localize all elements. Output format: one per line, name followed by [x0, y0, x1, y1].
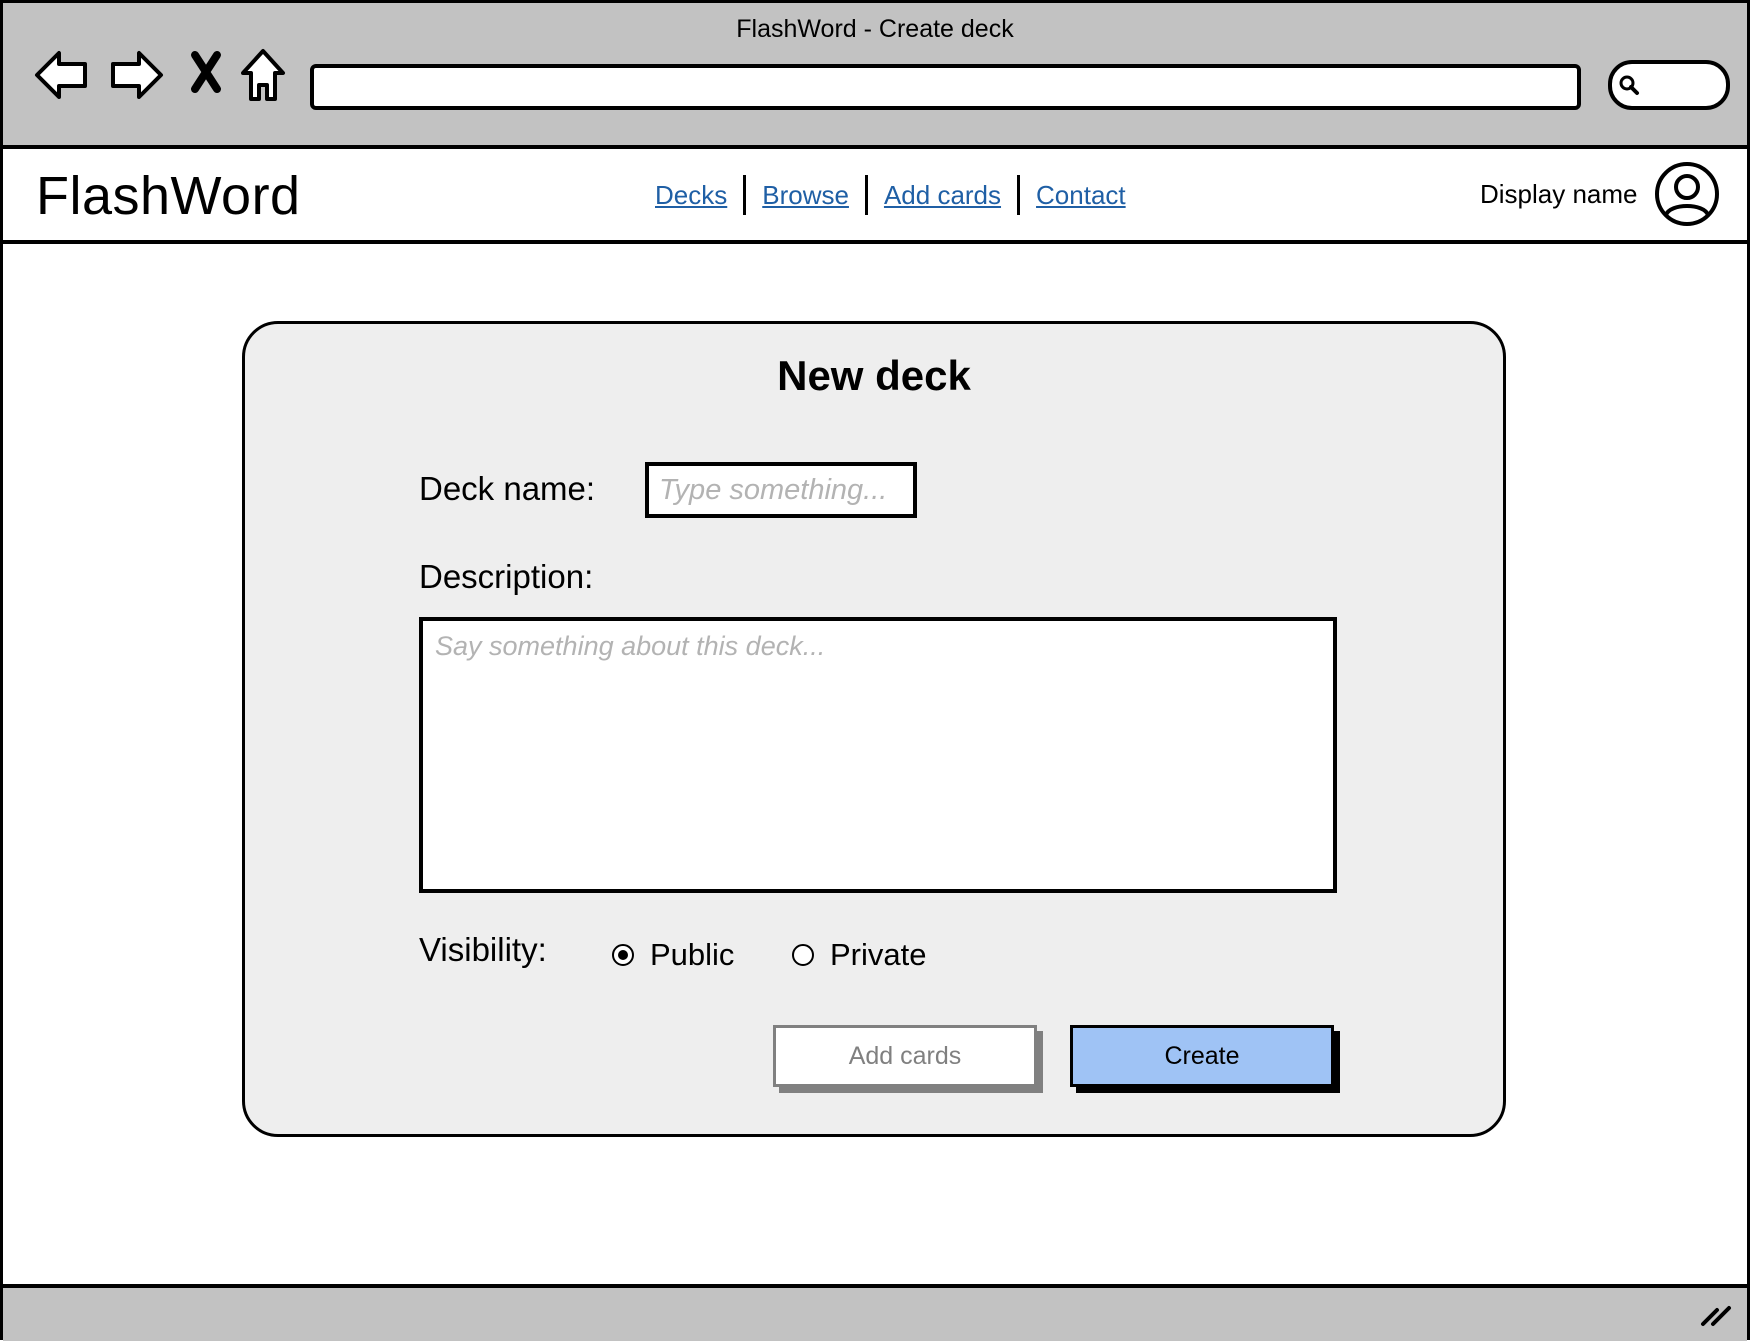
nav-link-browse[interactable]: Browse — [760, 180, 851, 211]
main-nav: Decks Browse Add cards Contact — [653, 175, 1128, 215]
search-icon — [1619, 75, 1639, 95]
app-header: FlashWord Decks Browse Add cards Contact… — [3, 149, 1747, 244]
browser-search-field[interactable] — [1608, 60, 1730, 110]
radio-label-private: Private — [830, 937, 927, 972]
create-button[interactable]: Create — [1070, 1025, 1334, 1087]
description-label: Description: — [419, 558, 594, 595]
back-arrow-icon[interactable] — [33, 47, 91, 103]
close-icon[interactable] — [189, 47, 223, 97]
nav-link-decks[interactable]: Decks — [653, 180, 729, 211]
nav-separator — [864, 175, 868, 215]
radio-dot — [618, 950, 628, 960]
visibility-public-radio[interactable]: Public — [612, 937, 734, 973]
radio-button-unselected[interactable] — [792, 944, 814, 966]
status-bar — [3, 1284, 1747, 1341]
radio-label-public: Public — [650, 937, 735, 972]
nav-separator — [743, 175, 747, 215]
visibility-label: Visibility: — [419, 931, 547, 968]
resize-grip-icon[interactable] — [1699, 1298, 1733, 1328]
new-deck-card: New deck Deck name: Description: Visibil… — [242, 321, 1506, 1137]
nav-link-contact[interactable]: Contact — [1034, 180, 1128, 211]
forward-arrow-icon[interactable] — [107, 47, 165, 103]
radio-button-selected[interactable] — [612, 944, 634, 966]
address-bar[interactable] — [310, 64, 1581, 110]
display-name[interactable]: Display name — [1480, 179, 1638, 210]
add-cards-button[interactable]: Add cards — [773, 1025, 1037, 1087]
visibility-private-radio[interactable]: Private — [792, 937, 926, 973]
user-avatar-icon[interactable] — [1653, 160, 1721, 228]
deck-name-input[interactable] — [645, 462, 917, 518]
card-title: New deck — [777, 352, 971, 399]
deck-name-label: Deck name: — [419, 470, 596, 507]
nav-link-add-cards[interactable]: Add cards — [882, 180, 1003, 211]
window-title: FlashWord - Create deck — [736, 15, 1014, 43]
nav-separator — [1017, 175, 1021, 215]
app-logo[interactable]: FlashWord — [36, 165, 301, 227]
description-textarea[interactable] — [419, 617, 1337, 893]
home-icon[interactable] — [239, 47, 287, 105]
browser-chrome: FlashWord - Create deck — [3, 3, 1747, 149]
